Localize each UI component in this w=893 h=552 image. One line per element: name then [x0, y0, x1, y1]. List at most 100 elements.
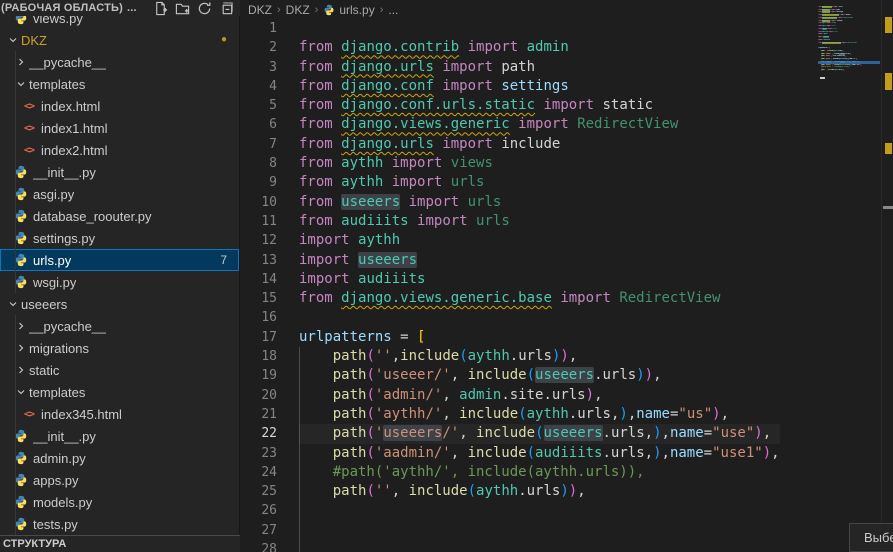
line-number[interactable]: 17 — [241, 328, 277, 347]
code-line-22[interactable]: path('useeers/', include(useeers.urls,),… — [299, 424, 780, 443]
line-number[interactable]: 6 — [241, 115, 277, 134]
code-line-1[interactable] — [299, 19, 780, 38]
line-number[interactable]: 10 — [241, 193, 277, 212]
warning-marker — [885, 73, 892, 90]
line-number[interactable]: 5 — [241, 96, 277, 115]
line-number[interactable]: 1 — [241, 19, 277, 38]
line-number[interactable]: 11 — [241, 212, 277, 231]
code-line-10[interactable]: from useeers import urls — [299, 193, 780, 212]
code-line-17[interactable]: urlpatterns = [ — [299, 328, 780, 347]
code-line-2[interactable]: from django.contrib import admin — [299, 38, 780, 57]
tree-item-index345-html[interactable]: <>index345.html — [0, 403, 239, 425]
code-line-12[interactable]: import aythh — [299, 231, 780, 250]
collapse-folders-icon[interactable] — [219, 1, 234, 16]
new-folder-icon[interactable] — [175, 1, 190, 16]
warning-marker — [885, 143, 892, 154]
line-number[interactable]: 16 — [241, 308, 277, 327]
code-content[interactable]: from django.contrib import adminfrom dja… — [299, 19, 780, 552]
outline-section-header[interactable]: СТРУКТУРА — [0, 535, 240, 552]
line-number[interactable]: 12 — [241, 231, 277, 250]
code-line-9[interactable]: from aythh import urls — [299, 173, 780, 192]
line-number[interactable]: 2 — [241, 38, 277, 57]
line-number[interactable]: 21 — [241, 405, 277, 424]
tree-item--init-py[interactable]: __init__.py — [0, 161, 239, 183]
line-number[interactable]: 25 — [241, 482, 277, 501]
line-number[interactable]: 19 — [241, 366, 277, 385]
code-line-5[interactable]: from django.conf.urls.static import stat… — [299, 96, 780, 115]
code-line-25[interactable]: path('', include(aythh.urls)), — [299, 482, 780, 501]
tree-item-templates[interactable]: templates — [0, 73, 239, 95]
tree-item--init-py[interactable]: __init__.py — [0, 425, 239, 447]
tree-item-static[interactable]: static — [0, 359, 239, 381]
code-line-18[interactable]: path('',include(aythh.urls)), — [299, 347, 780, 366]
tree-item-migrations[interactable]: migrations — [0, 337, 239, 359]
refresh-explorer-icon[interactable] — [197, 1, 212, 16]
code-line-26[interactable] — [299, 501, 780, 520]
tree-item-models-py[interactable]: models.py — [0, 491, 239, 513]
code-line-3[interactable]: from django.urls import path — [299, 58, 780, 77]
breadcrumb-item[interactable]: DKZ — [248, 3, 272, 17]
line-number[interactable]: 8 — [241, 154, 277, 173]
line-number[interactable]: 9 — [241, 173, 277, 192]
code-line-15[interactable]: from django.views.generic.base import Re… — [299, 289, 780, 308]
line-number[interactable]: 24 — [241, 463, 277, 482]
code-line-6[interactable]: from django.views.generic import Redirec… — [299, 115, 780, 134]
tree-item-asgi-py[interactable]: asgi.py — [0, 183, 239, 205]
tree-item-index-html[interactable]: <>index.html — [0, 95, 239, 117]
tree-item-index2-html[interactable]: <>index2.html — [0, 139, 239, 161]
explorer-sidebar: views.pyDKZ●__pycache__templates<>index.… — [0, 0, 240, 552]
code-line-24[interactable]: #path('aythh/', include(aythh.urls)), — [299, 463, 780, 482]
tree-item--pycache-[interactable]: __pycache__ — [0, 51, 239, 73]
tree-item-label: index2.html — [41, 143, 107, 158]
line-number[interactable]: 26 — [241, 501, 277, 520]
code-line-4[interactable]: from django.conf import settings — [299, 77, 780, 96]
tree-item-tests-py[interactable]: tests.py — [0, 513, 239, 535]
code-line-23[interactable]: path('aadmin/', include(audiiits.urls,),… — [299, 444, 780, 463]
code-line-28[interactable] — [299, 540, 780, 552]
line-number[interactable]: 20 — [241, 386, 277, 405]
code-line-20[interactable]: path('admin/', admin.site.urls), — [299, 386, 780, 405]
breadcrumb-item[interactable]: ... — [388, 3, 398, 17]
tree-item-wsgi-py[interactable]: wsgi.py — [0, 271, 239, 293]
explorer-section-header[interactable]: (РАБОЧАЯ ОБЛАСТЬ) ... — [0, 0, 240, 16]
tree-item-database-roouter-py[interactable]: database_roouter.py — [0, 205, 239, 227]
line-number[interactable]: 27 — [241, 521, 277, 540]
tree-item-dkz[interactable]: DKZ● — [0, 29, 239, 51]
line-number[interactable]: 14 — [241, 270, 277, 289]
code-line-13[interactable]: import useeers — [299, 251, 780, 270]
code-line-8[interactable]: from aythh import views — [299, 154, 780, 173]
tree-item-urls-py[interactable]: urls.py7 — [0, 249, 239, 271]
breadcrumb-item[interactable]: urls.py — [339, 3, 374, 17]
tree-item-useeers[interactable]: useeers — [0, 293, 239, 315]
overview-ruler[interactable] — [881, 0, 893, 552]
line-number[interactable]: 23 — [241, 444, 277, 463]
tree-item-index1-html[interactable]: <>index1.html — [0, 117, 239, 139]
tree-item-admin-py[interactable]: admin.py — [0, 447, 239, 469]
code-line-7[interactable]: from django.urls import include — [299, 135, 780, 154]
tree-item-settings-py[interactable]: settings.py — [0, 227, 239, 249]
tree-item-label: models.py — [33, 495, 92, 510]
code-line-11[interactable]: from audiiits import urls — [299, 212, 780, 231]
code-line-16[interactable] — [299, 308, 780, 327]
tree-item-templates[interactable]: templates — [0, 381, 239, 403]
breadcrumb-item[interactable]: DKZ — [286, 3, 310, 17]
line-number[interactable]: 28 — [241, 540, 277, 552]
code-line-19[interactable]: path('useeer/', include(useeers.urls)), — [299, 366, 780, 385]
line-number[interactable]: 13 — [241, 251, 277, 270]
tree-item-label: admin.py — [33, 451, 86, 466]
warning-squiggle: django.views.generic — [341, 116, 510, 132]
code-line-14[interactable]: import audiiits — [299, 270, 780, 289]
new-file-icon[interactable] — [153, 1, 168, 16]
workspace-title-overflow: ... — [127, 2, 137, 14]
line-number[interactable]: 4 — [241, 77, 277, 96]
line-number[interactable]: 18 — [241, 347, 277, 366]
tree-item--pycache-[interactable]: __pycache__ — [0, 315, 239, 337]
line-number[interactable]: 22 — [241, 424, 277, 443]
line-number[interactable]: 7 — [241, 135, 277, 154]
minimap[interactable]: from django.contrib import adminfrom dja… — [818, 3, 880, 80]
line-number[interactable]: 15 — [241, 289, 277, 308]
code-line-27[interactable] — [299, 521, 780, 540]
code-line-21[interactable]: path('aythh/', include(aythh.urls,),name… — [299, 405, 780, 424]
line-number[interactable]: 3 — [241, 58, 277, 77]
tree-item-apps-py[interactable]: apps.py — [0, 469, 239, 491]
